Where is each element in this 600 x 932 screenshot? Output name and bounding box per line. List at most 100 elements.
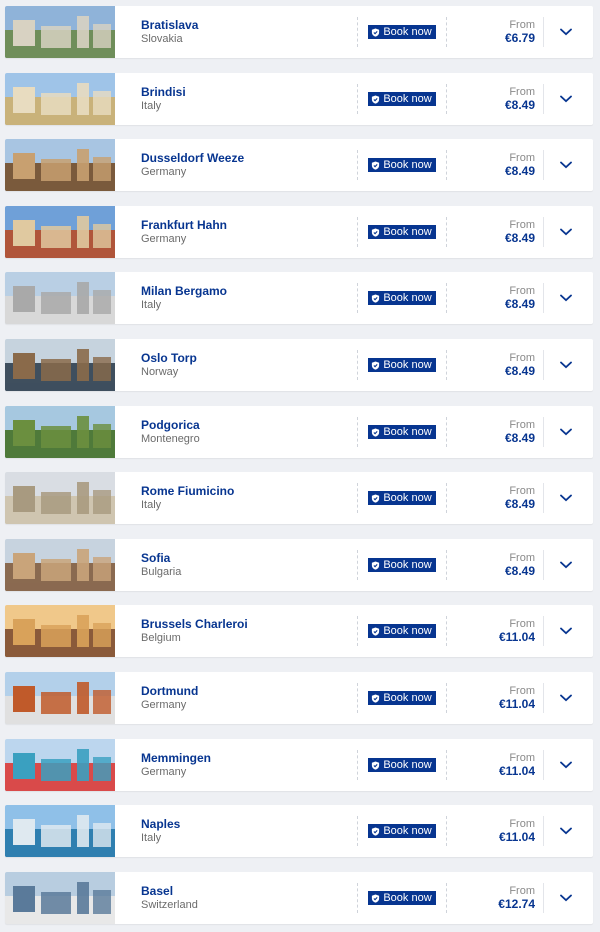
city-name: Brussels Charleroi: [141, 617, 248, 631]
destination-list: Bratislava Slovakia Book now From €6.79: [0, 0, 600, 932]
city-name: Rome Fiumicino: [141, 484, 235, 498]
city-name: Basel: [141, 884, 174, 898]
book-now-button[interactable]: Book now: [368, 891, 436, 905]
castle-hill-photo: [5, 6, 115, 58]
country-name: Germany: [141, 166, 187, 178]
book-area: Book now: [357, 683, 447, 713]
expand-toggle[interactable]: [543, 550, 587, 580]
chevron-down-icon: [559, 28, 572, 36]
country-name: Italy: [141, 499, 162, 511]
destination-card-memmingen[interactable]: Memmingen Germany Book now From €11.04: [5, 739, 593, 791]
city-name: Brindisi: [141, 85, 186, 99]
book-area: Book now: [357, 750, 447, 780]
from-label: From: [509, 352, 535, 364]
ferris-wheel-church-photo: [5, 139, 115, 191]
expand-toggle[interactable]: [543, 17, 587, 47]
book-now-label: Book now: [383, 292, 432, 304]
shield-icon: [372, 893, 380, 903]
from-label: From: [509, 219, 535, 231]
book-area: Book now: [357, 483, 447, 513]
destination-card-sofia[interactable]: Sofia Bulgaria Book now From €8.49: [5, 539, 593, 591]
book-now-button[interactable]: Book now: [368, 92, 436, 106]
shield-icon: [372, 160, 380, 170]
from-label: From: [509, 485, 535, 497]
destination-info: Sofia Bulgaria: [141, 551, 357, 579]
from-label: From: [509, 152, 535, 164]
country-name: Norway: [141, 366, 179, 378]
book-now-button[interactable]: Book now: [368, 824, 436, 838]
book-now-button[interactable]: Book now: [368, 558, 436, 572]
chevron-down-icon: [559, 428, 572, 436]
book-now-label: Book now: [383, 26, 432, 38]
from-label: From: [509, 419, 535, 431]
riverside-town-photo: [5, 872, 115, 924]
book-now-label: Book now: [383, 359, 432, 371]
destination-card-podgorica[interactable]: Podgorica Montenegro Book now From €8.49: [5, 406, 593, 458]
expand-toggle[interactable]: [543, 883, 587, 913]
expand-toggle[interactable]: [543, 283, 587, 313]
destination-card-dusseldorf-weeze[interactable]: Dusseldorf Weeze Germany Book now From €…: [5, 139, 593, 191]
book-now-button[interactable]: Book now: [368, 291, 436, 305]
expand-toggle[interactable]: [543, 350, 587, 380]
shield-icon: [372, 27, 380, 37]
city-name: Dortmund: [141, 684, 199, 698]
harbour-skyline-photo: [5, 339, 115, 391]
destination-card-rome-fiumicino[interactable]: Rome Fiumicino Italy Book now From €8.49: [5, 472, 593, 524]
destination-info: Basel Switzerland: [141, 884, 357, 912]
book-now-button[interactable]: Book now: [368, 225, 436, 239]
price-value: €8.49: [504, 164, 535, 178]
book-now-button[interactable]: Book now: [368, 425, 436, 439]
expand-toggle[interactable]: [543, 816, 587, 846]
price-value: €8.49: [504, 297, 535, 311]
expand-toggle[interactable]: [543, 417, 587, 447]
book-area: Book now: [357, 417, 447, 447]
price-value: €11.04: [498, 697, 535, 711]
book-now-label: Book now: [383, 692, 432, 704]
destination-card-bratislava[interactable]: Bratislava Slovakia Book now From €6.79: [5, 6, 593, 58]
book-now-button[interactable]: Book now: [368, 758, 436, 772]
expand-toggle[interactable]: [543, 217, 587, 247]
country-name: Bulgaria: [141, 566, 182, 578]
price-block: From €11.04: [447, 618, 543, 644]
expand-toggle[interactable]: [543, 84, 587, 114]
destination-card-basel[interactable]: Basel Switzerland Book now From €12.74: [5, 872, 593, 924]
waterfront-palazzo-photo: [5, 73, 115, 125]
book-now-label: Book now: [383, 759, 432, 771]
from-label: From: [509, 552, 535, 564]
shield-icon: [372, 427, 380, 437]
expand-toggle[interactable]: [543, 616, 587, 646]
book-now-button[interactable]: Book now: [368, 691, 436, 705]
book-area: Book now: [357, 217, 447, 247]
destination-card-oslo-torp[interactable]: Oslo Torp Norway Book now From €8.49: [5, 339, 593, 391]
expand-toggle[interactable]: [543, 483, 587, 513]
book-now-button[interactable]: Book now: [368, 624, 436, 638]
shield-icon: [372, 360, 380, 370]
destination-card-brussels-charleroi[interactable]: Brussels Charleroi Belgium Book now From…: [5, 605, 593, 657]
destination-card-milan-bergamo[interactable]: Milan Bergamo Italy Book now From €8.49: [5, 272, 593, 324]
chevron-down-icon: [559, 894, 572, 902]
country-name: Germany: [141, 699, 187, 711]
price-block: From €11.04: [447, 685, 543, 711]
shield-icon: [372, 760, 380, 770]
destination-card-brindisi[interactable]: Brindisi Italy Book now From €8.49: [5, 73, 593, 125]
city-name: Frankfurt Hahn: [141, 218, 228, 232]
book-now-label: Book now: [383, 825, 432, 837]
river-greenery-photo: [5, 406, 115, 458]
destination-card-naples[interactable]: Naples Italy Book now From €11.04: [5, 805, 593, 857]
expand-toggle[interactable]: [543, 683, 587, 713]
expand-toggle[interactable]: [543, 750, 587, 780]
from-label: From: [509, 618, 535, 630]
trevi-fountain-photo: [5, 472, 115, 524]
destination-card-dortmund[interactable]: Dortmund Germany Book now From €11.04: [5, 672, 593, 724]
book-now-button[interactable]: Book now: [368, 491, 436, 505]
price-value: €8.49: [504, 364, 535, 378]
book-now-label: Book now: [383, 892, 432, 904]
shield-icon: [372, 293, 380, 303]
book-now-button[interactable]: Book now: [368, 358, 436, 372]
book-now-button[interactable]: Book now: [368, 25, 436, 39]
book-now-button[interactable]: Book now: [368, 158, 436, 172]
chevron-down-icon: [559, 561, 572, 569]
destination-card-frankfurt-hahn[interactable]: Frankfurt Hahn Germany Book now From €8.…: [5, 206, 593, 258]
timber-houses-photo: [5, 206, 115, 258]
expand-toggle[interactable]: [543, 150, 587, 180]
